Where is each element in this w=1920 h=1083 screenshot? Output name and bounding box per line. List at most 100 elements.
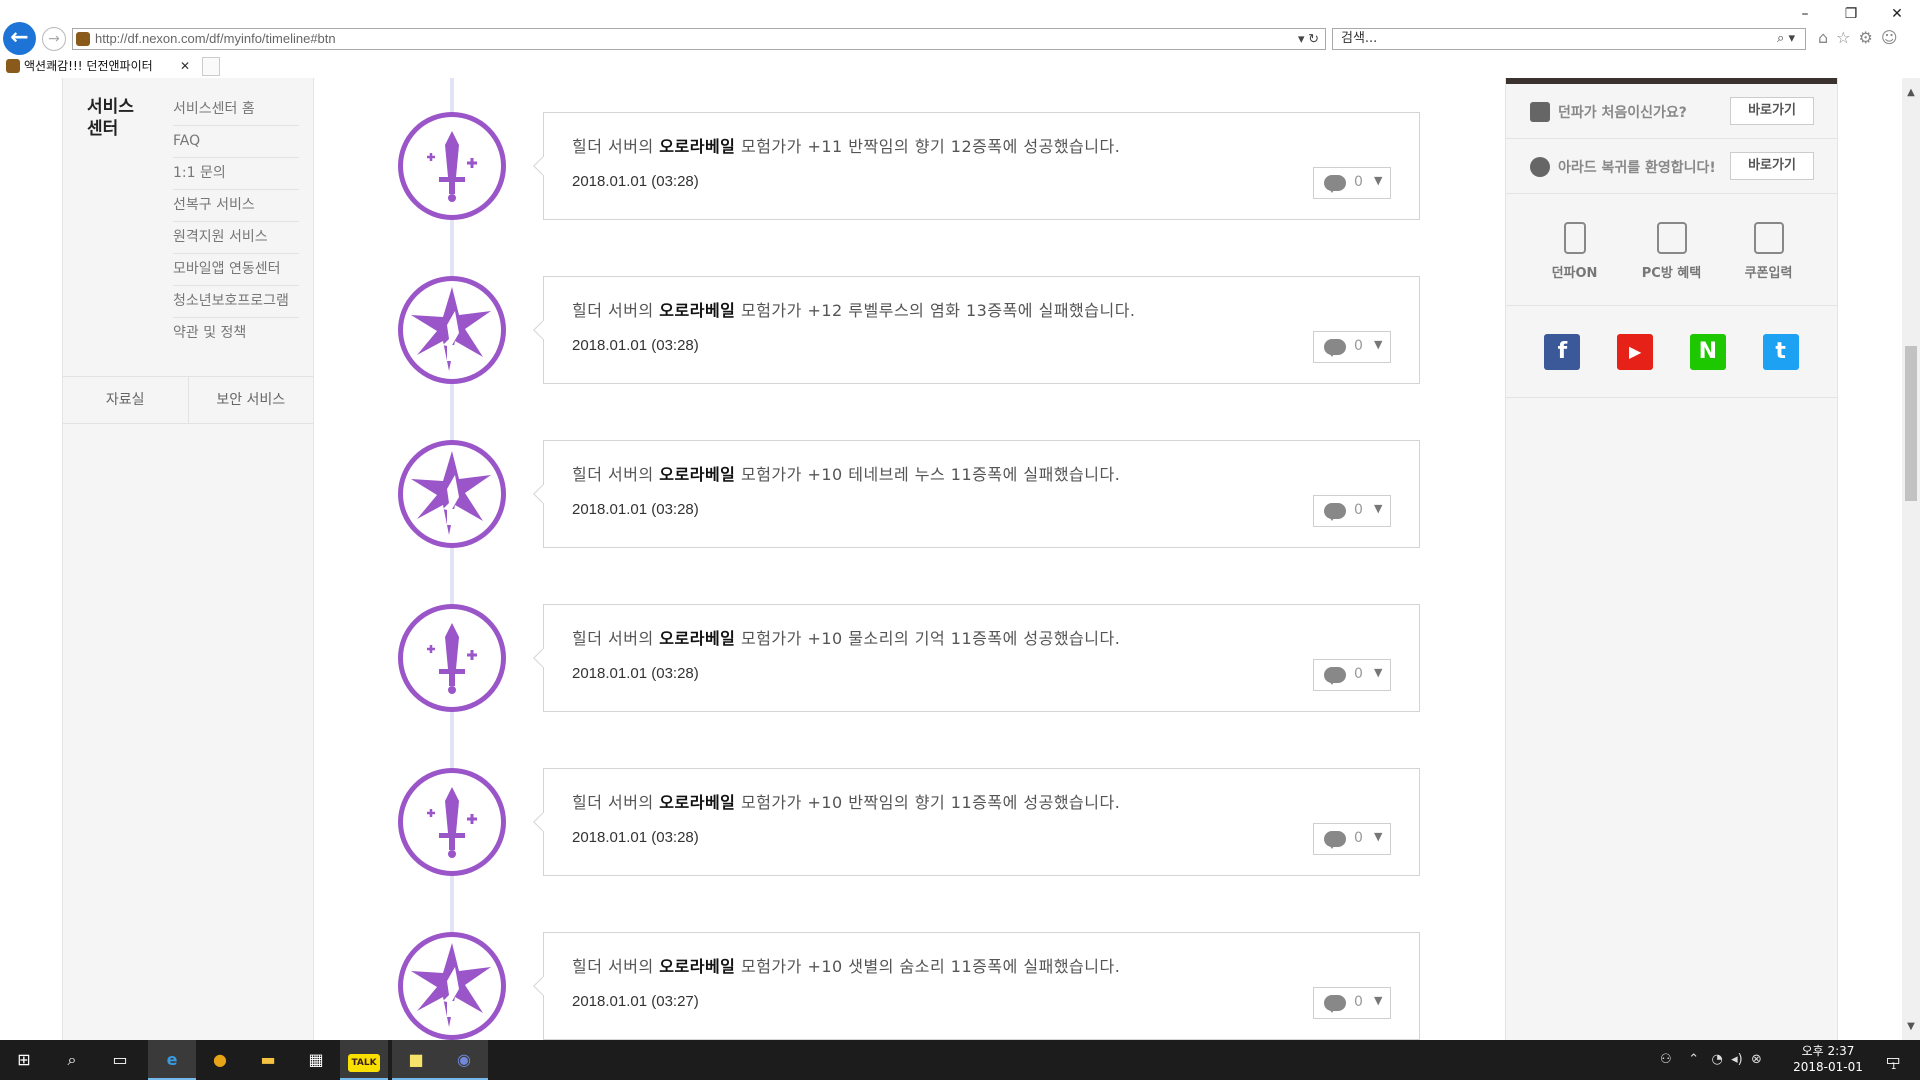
- scrollbar[interactable]: ▲ ▼: [1902, 78, 1920, 1040]
- timeline-date: 2018.01.01 (03:28): [572, 173, 699, 190]
- timeline-card: 힐더 서버의 오로라베일 모험가가 +10 물소리의 기억 11증폭에 성공했습…: [533, 604, 1420, 712]
- youtube-icon[interactable]: ▶: [1617, 333, 1654, 370]
- smiley-feedback-icon[interactable]: ☺: [1881, 28, 1898, 47]
- settings-gear-icon[interactable]: ⚙: [1859, 28, 1873, 47]
- comment-count: 0: [1354, 174, 1363, 190]
- message-suffix: 모험가가 +10 반짝임의 향기 11증폭에 성공했습니다.: [735, 793, 1121, 812]
- sticky-notes-icon[interactable]: ■: [392, 1040, 440, 1080]
- new-tab-button[interactable]: [202, 57, 220, 76]
- comment-button[interactable]: 0 ▼: [1313, 495, 1391, 527]
- comment-button[interactable]: 0 ▼: [1313, 167, 1391, 199]
- go-button[interactable]: 바로가기: [1730, 97, 1814, 125]
- character-name[interactable]: 오로라베일: [659, 793, 735, 812]
- left-nav: 서비스 센터 서비스센터 홈 FAQ 1:1 문의 선복구 서비스 원격지원 서…: [62, 78, 314, 1040]
- row-label: 아라드 복귀를 환영합니다!: [1558, 160, 1716, 176]
- coupon-icon: [1753, 222, 1784, 254]
- site-favicon-icon: [76, 32, 90, 46]
- comment-count: 0: [1354, 830, 1363, 846]
- browser-toolbar: ⌂ ☆ ⚙ ☺: [1818, 28, 1898, 47]
- message-suffix: 모험가가 +10 샛별의 숨소리 11증폭에 실패했습니다.: [735, 957, 1121, 976]
- nav-item[interactable]: 원격지원 서비스: [173, 222, 299, 254]
- timeline-card: 힐더 서버의 오로라베일 모험가가 +10 반짝임의 향기 11증폭에 성공했습…: [533, 768, 1420, 876]
- card-pointer: [533, 156, 553, 176]
- timeline-date: 2018.01.01 (03:28): [572, 501, 699, 518]
- timeline-message: 힐더 서버의 오로라베일 모험가가 +10 테네브레 누스 11증폭에 실패했습…: [572, 461, 1120, 485]
- clock-date: 2018-01-01: [1793, 1060, 1863, 1074]
- ie-browser-icon[interactable]: e: [148, 1040, 196, 1080]
- scroll-thumb[interactable]: [1905, 346, 1917, 501]
- comment-button[interactable]: 0 ▼: [1313, 987, 1391, 1019]
- kakaotalk-icon[interactable]: TALK: [340, 1040, 388, 1080]
- go-button[interactable]: 바로가기: [1730, 152, 1814, 180]
- card-pointer: [533, 484, 553, 504]
- card-pointer: [533, 648, 553, 668]
- close-window-button[interactable]: ✕: [1874, 4, 1920, 26]
- calculator-icon[interactable]: ▦: [292, 1040, 340, 1080]
- row-label: 던파가 처음이신가요?: [1558, 105, 1687, 121]
- timeline-card: 힐더 서버의 오로라베일 모험가가 +11 반짝임의 향기 12증폭에 성공했습…: [533, 112, 1420, 220]
- tab-close-icon[interactable]: ✕: [180, 56, 190, 76]
- address-bar[interactable]: http://df.nexon.com/df/myinfo/timeline#b…: [72, 28, 1326, 50]
- search-taskbar-icon[interactable]: ⌕: [48, 1040, 96, 1080]
- twitter-icon[interactable]: t: [1762, 333, 1799, 370]
- address-tools[interactable]: ▾ ↻: [1298, 29, 1319, 49]
- comment-count: 0: [1354, 666, 1363, 682]
- facebook-icon[interactable]: f: [1544, 333, 1581, 370]
- gift-icon: [1656, 222, 1687, 254]
- minimize-button[interactable]: –: [1782, 4, 1828, 26]
- message-suffix: 모험가가 +10 테네브레 누스 11증폭에 실패했습니다.: [735, 465, 1121, 484]
- start-button[interactable]: ⊞: [0, 1040, 48, 1080]
- comment-button[interactable]: 0 ▼: [1313, 823, 1391, 855]
- clock[interactable]: 오후 2:37 2018-01-01: [1788, 1043, 1868, 1075]
- sword-success-icon: [398, 604, 506, 712]
- book-icon: [1530, 102, 1550, 122]
- card-pointer: [533, 812, 553, 832]
- search-icon[interactable]: ⌕ ▾: [1777, 29, 1795, 49]
- task-view-icon[interactable]: ▭: [96, 1040, 144, 1080]
- message-suffix: 모험가가 +12 루벨루스의 염화 13증폭에 실패했습니다.: [735, 301, 1136, 320]
- quick-link-coupon[interactable]: 쿠폰입력: [1729, 222, 1809, 305]
- card-pointer: [533, 976, 553, 996]
- scroll-up-icon[interactable]: ▲: [1902, 84, 1920, 102]
- home-icon[interactable]: ⌂: [1818, 28, 1828, 47]
- comment-button[interactable]: 0 ▼: [1313, 659, 1391, 691]
- file-explorer-icon[interactable]: ▬: [244, 1040, 292, 1080]
- quick-link-pcbang[interactable]: PC방 혜택: [1632, 222, 1712, 305]
- character-name[interactable]: 오로라베일: [659, 465, 735, 484]
- ime-icon[interactable]: ⊗: [1751, 1052, 1762, 1067]
- quick-link-dnfon[interactable]: 던파ON: [1535, 222, 1615, 305]
- taskbar: ⊞ ⌕ ▭ e ● ▬ ▦ TALK ■ ◉ ⚇ ⌃ ◔ ◂) ⊗ 오후 2:3…: [0, 1040, 1920, 1080]
- network-icon[interactable]: ◔: [1712, 1052, 1723, 1067]
- timeline-card: 힐더 서버의 오로라베일 모험가가 +10 테네브레 누스 11증폭에 실패했습…: [533, 440, 1420, 548]
- dropdown-icon[interactable]: ▾: [1298, 31, 1305, 46]
- search-box[interactable]: 검색... ⌕ ▾: [1332, 28, 1806, 50]
- timeline-card: 힐더 서버의 오로라베일 모험가가 +12 루벨루스의 염화 13증폭에 실패했…: [533, 276, 1420, 384]
- window-controls: – ❐ ✕: [1782, 4, 1920, 26]
- people-icon[interactable]: ⚇: [1660, 1052, 1672, 1067]
- heart-icon: [1530, 157, 1550, 177]
- favorites-star-icon[interactable]: ☆: [1836, 28, 1850, 47]
- discord-icon[interactable]: ◉: [440, 1040, 488, 1080]
- naver-icon[interactable]: N: [1689, 333, 1726, 370]
- sword-success-icon: [398, 112, 506, 220]
- volume-icon[interactable]: ◂): [1731, 1052, 1743, 1067]
- restore-button[interactable]: ❐: [1828, 4, 1874, 26]
- character-name[interactable]: 오로라베일: [659, 137, 735, 156]
- browser-tab[interactable]: 액션쾌감!!! 던전앤파이터 ✕: [0, 56, 198, 78]
- character-name[interactable]: 오로라베일: [659, 957, 735, 976]
- character-name[interactable]: 오로라베일: [659, 301, 735, 320]
- message-prefix: 힐더 서버의: [572, 137, 660, 156]
- card-pointer: [533, 320, 553, 340]
- chrome-icon[interactable]: ●: [196, 1040, 244, 1080]
- back-button[interactable]: ←: [3, 22, 36, 55]
- comment-button[interactable]: 0 ▼: [1313, 331, 1391, 363]
- chevron-down-icon: ▼: [1374, 174, 1383, 187]
- tray-chevron-icon[interactable]: ⌃: [1688, 1052, 1699, 1067]
- scroll-down-icon[interactable]: ▼: [1902, 1018, 1920, 1036]
- right-panel: 던파가 처음이신가요? 바로가기 아라드 복귀를 환영합니다! 바로가기 던파O…: [1505, 78, 1838, 1040]
- forward-button[interactable]: →: [42, 27, 66, 51]
- character-name[interactable]: 오로라베일: [659, 629, 735, 648]
- notification-icon[interactable]: ▭1: [1876, 1040, 1916, 1080]
- refresh-icon[interactable]: ↻: [1308, 31, 1319, 46]
- comment-count: 0: [1354, 994, 1363, 1010]
